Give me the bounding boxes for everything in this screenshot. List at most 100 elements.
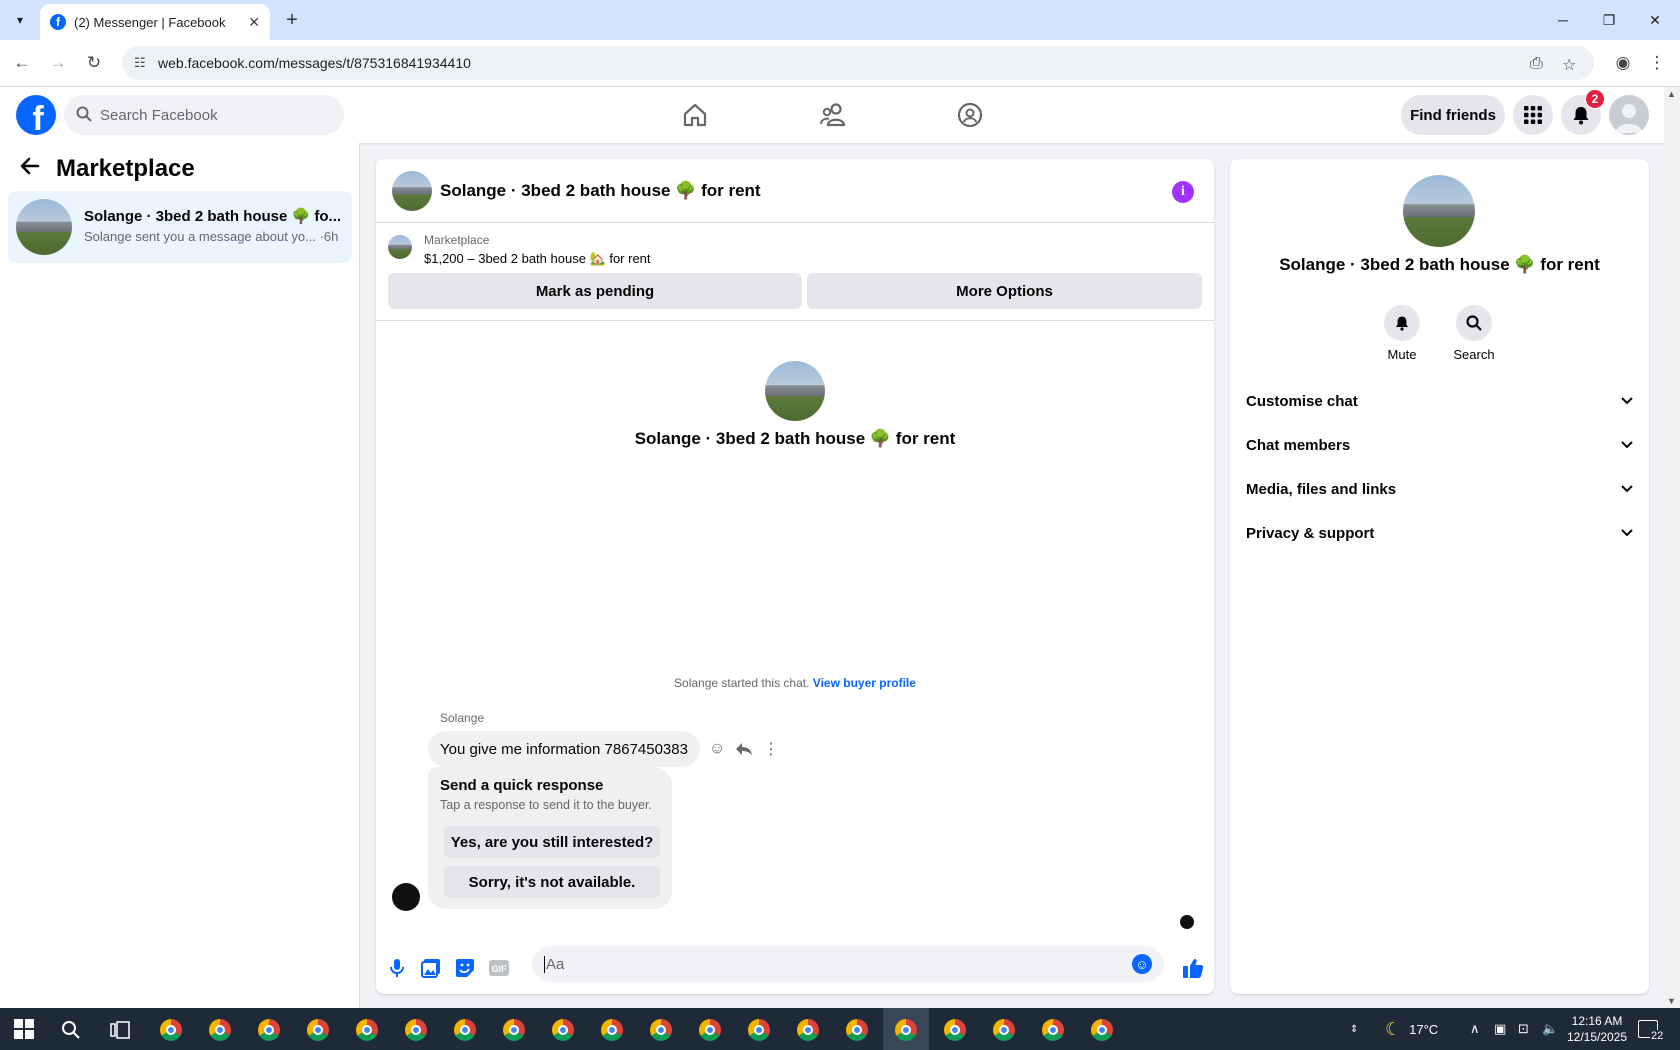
- chrome-taskbar-icon[interactable]: [356, 1019, 378, 1041]
- forward-arrow-icon[interactable]: →: [46, 51, 70, 75]
- chat-members-section[interactable]: Chat members: [1246, 425, 1633, 465]
- back-arrow-icon[interactable]: [20, 155, 40, 183]
- chrome-taskbar-icon[interactable]: [895, 1019, 917, 1041]
- chrome-taskbar-icon[interactable]: [405, 1019, 427, 1041]
- listing-thumbnail[interactable]: [388, 235, 412, 259]
- menu-grid-icon[interactable]: [1513, 95, 1553, 135]
- mute-button[interactable]: Mute: [1372, 305, 1432, 362]
- temperature: 17°C: [1409, 1021, 1439, 1037]
- chrome-taskbar-icon[interactable]: [846, 1019, 868, 1041]
- meet-now-icon[interactable]: ▣: [1494, 1008, 1506, 1050]
- new-tab-plus-icon[interactable]: +: [280, 8, 304, 32]
- url-omnibox[interactable]: ☷ web.facebook.com/messages/t/8753168419…: [122, 46, 1594, 80]
- mark-as-pending-button[interactable]: Mark as pending: [388, 273, 802, 309]
- browser-tab[interactable]: f (2) Messenger | Facebook ✕: [40, 4, 270, 40]
- photo-attach-icon[interactable]: [418, 955, 444, 981]
- window-close-icon[interactable]: ✕: [1632, 0, 1678, 40]
- search-icon: [76, 106, 92, 122]
- minimize-icon[interactable]: ─: [1540, 0, 1586, 40]
- sender-avatar[interactable]: [392, 883, 420, 911]
- chrome-taskbar-icon[interactable]: [503, 1019, 525, 1041]
- chrome-taskbar-icon[interactable]: [307, 1019, 329, 1041]
- chrome-taskbar-icon[interactable]: [699, 1019, 721, 1041]
- chrome-taskbar-icon[interactable]: [258, 1019, 280, 1041]
- emoji-picker-icon[interactable]: ☺: [1132, 954, 1152, 974]
- chrome-taskbar-icon[interactable]: [552, 1019, 574, 1041]
- chat-header-avatar[interactable]: [392, 171, 432, 211]
- facebook-header: f Search Facebook Find friends 2: [0, 87, 1680, 143]
- chrome-taskbar-icon[interactable]: [1042, 1019, 1064, 1041]
- react-emoji-icon[interactable]: ☺: [706, 738, 728, 760]
- search-in-conversation-button[interactable]: Search: [1444, 305, 1504, 362]
- taskbar-search-icon[interactable]: [57, 1016, 85, 1044]
- chrome-taskbar-icon[interactable]: [160, 1019, 182, 1041]
- task-view-icon[interactable]: [106, 1016, 134, 1044]
- thumbs-up-like-icon[interactable]: [1180, 955, 1206, 981]
- taskbar-overflow-icon[interactable]: ⇕: [1350, 1008, 1358, 1050]
- account-avatar[interactable]: [1609, 95, 1649, 135]
- site-settings-icon[interactable]: ☷: [134, 55, 146, 71]
- conversation-name: Solange · 3bed 2 bath house 🌳 fo...: [84, 208, 342, 225]
- chat-header-name[interactable]: Solange · 3bed 2 bath house 🌳 for rent: [440, 181, 761, 201]
- install-app-icon[interactable]: ⎙: [1530, 55, 1543, 73]
- reload-icon[interactable]: ↻: [82, 51, 106, 75]
- facebook-logo-icon[interactable]: f: [16, 95, 56, 135]
- sticker-icon[interactable]: [452, 955, 478, 981]
- clock-date: 12/15/2025: [1566, 1030, 1628, 1044]
- privacy-support-section[interactable]: Privacy & support: [1246, 513, 1633, 553]
- windows-start-icon[interactable]: [14, 1019, 34, 1039]
- search-icon: [1456, 305, 1492, 341]
- chrome-taskbar-icon[interactable]: [209, 1019, 231, 1041]
- chrome-taskbar-icon[interactable]: [748, 1019, 770, 1041]
- chrome-taskbar-icon[interactable]: [454, 1019, 476, 1041]
- browser-profile-icon[interactable]: ◉: [1611, 51, 1635, 75]
- address-bar-row: ← → ↻ ☷ web.facebook.com/messages/t/8753…: [0, 40, 1680, 87]
- tab-close-icon[interactable]: ✕: [248, 14, 260, 31]
- home-nav-icon[interactable]: [675, 95, 715, 135]
- browser-menu-icon[interactable]: ⋮: [1645, 51, 1669, 75]
- chrome-taskbar-icon[interactable]: [1091, 1019, 1113, 1041]
- restore-icon[interactable]: ❐: [1586, 0, 1632, 40]
- scroll-up-arrow-icon[interactable]: ▲: [1667, 89, 1676, 99]
- tab-title: (2) Messenger | Facebook: [74, 14, 226, 30]
- reply-icon[interactable]: [733, 738, 755, 760]
- browser-tab-bar: ▾ f (2) Messenger | Facebook ✕ + ─ ❐ ✕: [0, 0, 1680, 40]
- panel-title: Marketplace: [56, 155, 195, 182]
- quick-reply-interested-button[interactable]: Yes, are you still interested?: [444, 826, 660, 858]
- quick-reply-not-available-button[interactable]: Sorry, it's not available.: [444, 866, 660, 898]
- show-hidden-icons-chevron-icon[interactable]: ∧: [1470, 1008, 1480, 1050]
- groups-nav-icon[interactable]: [950, 95, 990, 135]
- find-friends-button[interactable]: Find friends: [1401, 95, 1505, 135]
- media-files-links-section[interactable]: Media, files and links: [1246, 469, 1633, 509]
- chat-header: Solange · 3bed 2 bath house 🌳 for rent i: [376, 159, 1214, 223]
- weather-widget[interactable]: ☾ 17°C: [1385, 1008, 1438, 1050]
- network-icon[interactable]: ⊡: [1518, 1008, 1529, 1050]
- back-arrow-icon[interactable]: ←: [10, 51, 34, 75]
- gif-icon[interactable]: GIF: [486, 955, 512, 981]
- scroll-down-arrow-icon[interactable]: ▼: [1667, 996, 1676, 1006]
- page-scrollbar[interactable]: ▲ ▼: [1664, 87, 1680, 1008]
- more-options-button[interactable]: More Options: [807, 273, 1202, 309]
- listing-title[interactable]: $1,200 – 3bed 2 bath house 🏡 for rent: [424, 251, 651, 267]
- tab-search-chevron-icon[interactable]: ▾: [6, 8, 34, 32]
- more-actions-icon[interactable]: ⋮: [760, 738, 782, 760]
- bookmark-star-icon[interactable]: ☆: [1562, 55, 1576, 75]
- chevron-down-icon: [1621, 482, 1633, 496]
- friends-nav-icon[interactable]: [813, 95, 853, 135]
- conversation-list-item[interactable]: Solange · 3bed 2 bath house 🌳 fo... Sola…: [8, 191, 352, 263]
- facebook-search-input[interactable]: Search Facebook: [64, 95, 344, 135]
- message-bubble[interactable]: You give me information 7867450383: [428, 731, 700, 767]
- chrome-taskbar-icon[interactable]: [993, 1019, 1015, 1041]
- chrome-taskbar-icon[interactable]: [797, 1019, 819, 1041]
- customise-chat-section[interactable]: Customise chat: [1246, 381, 1633, 421]
- volume-icon[interactable]: 🔈: [1542, 1008, 1558, 1050]
- clock[interactable]: 12:16 AM 12/15/2025: [1566, 1008, 1628, 1050]
- view-buyer-profile-link[interactable]: View buyer profile: [813, 676, 916, 690]
- chrome-taskbar-icon[interactable]: [944, 1019, 966, 1041]
- chrome-taskbar-icon[interactable]: [601, 1019, 623, 1041]
- windows-taskbar: ⇕ ☾ 17°C ∧ ▣ ⊡ 🔈 12:16 AM 12/15/2025 22: [0, 1008, 1680, 1050]
- microphone-icon[interactable]: [384, 955, 410, 981]
- chrome-taskbar-icon[interactable]: [650, 1019, 672, 1041]
- message-input[interactable]: Aa ☺: [532, 946, 1164, 982]
- conversation-info-icon[interactable]: i: [1172, 181, 1194, 203]
